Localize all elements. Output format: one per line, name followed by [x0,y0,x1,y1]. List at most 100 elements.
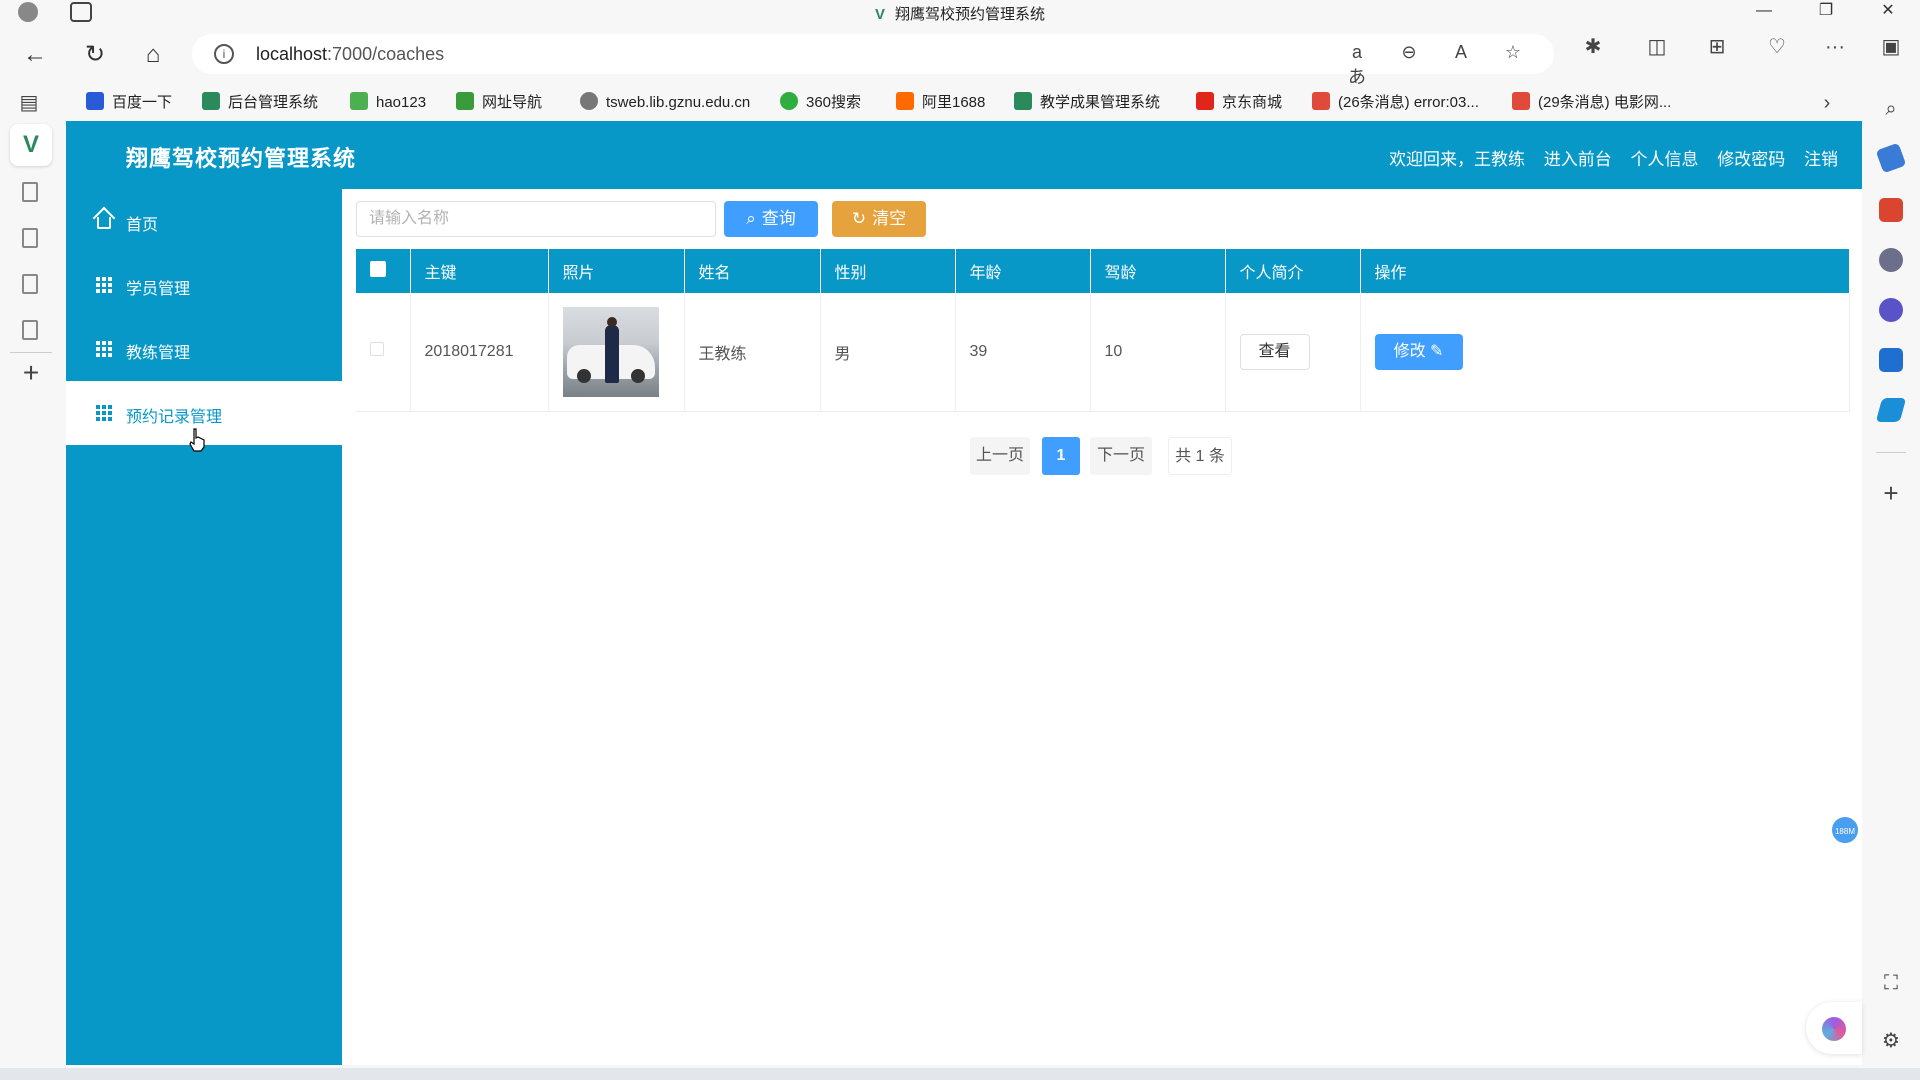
clear-button[interactable]: ↻ 清空 [832,201,926,237]
name-cell: 王教练 [684,293,821,412]
table-header-row: 主键 照片 姓名 性别 年龄 驾龄 个人简介 操作 [356,249,1850,293]
grid-icon [96,277,112,293]
photo-cell [548,293,685,412]
prev-page-button[interactable]: 上一页 [970,437,1030,475]
table-row: 2018017281 王教练 男 39 10 查看 修改 ✎ [356,293,1850,412]
view-bio-button[interactable]: 查看 [1239,333,1310,370]
csdn-icon [1312,92,1330,110]
column-header: 主键 [410,249,549,293]
coaches-table: 主键 照片 姓名 性别 年龄 驾龄 个人简介 操作 2018017281 王教练… [356,249,1850,412]
gear-icon[interactable]: ⚙ [1876,1026,1906,1056]
split-screen-icon[interactable]: ◫ [1642,32,1672,62]
baidu-icon [86,92,104,110]
bookmark-item[interactable]: 教学成果管理系统 [1014,90,1160,116]
query-button[interactable]: ⌕ 查询 [724,201,818,237]
vue-tab-icon[interactable]: V [10,124,52,166]
sidebar-toggle-icon[interactable]: ▣ [1876,32,1906,62]
brain-icon [1822,1017,1846,1041]
vue-logo-icon [1014,92,1032,110]
column-header: 个人简介 [1225,249,1361,293]
alibaba-icon [896,92,914,110]
bookmark-item[interactable]: 百度一下 [86,90,172,116]
browser-essentials-icon[interactable]: ♡ [1762,32,1792,62]
page-tab-icon[interactable] [22,274,38,294]
app-title: 翔鹰驾校预约管理系统 [126,146,357,171]
logout-link[interactable]: 注销 [1804,150,1838,169]
favorite-star-icon[interactable]: ☆ [1500,42,1526,66]
enter-frontend-link[interactable]: 进入前台 [1544,150,1612,169]
toolbox-icon[interactable] [1879,198,1903,222]
bookmark-item[interactable]: 阿里1688 [896,90,985,116]
page-tab-icon[interactable] [22,228,38,248]
bookmark-item[interactable]: (26条消息) error:03... [1312,90,1479,116]
bookmark-item[interactable]: (29条消息) 电影网... [1512,90,1671,116]
restore-button[interactable]: ❐ [1796,0,1856,24]
reload-button[interactable]: ↻ [78,38,112,72]
select-all-cell [356,249,411,293]
welcome-text: 欢迎回来，王教练 [1389,150,1526,169]
column-header: 照片 [548,249,685,293]
page-tab-icon[interactable] [22,320,38,340]
coach-photo [562,306,659,397]
close-window-button[interactable]: ✕ [1858,0,1918,24]
ai-assistant-button[interactable] [1806,1002,1862,1054]
people-icon[interactable] [1879,248,1903,272]
home-button[interactable]: ⌂ [136,38,170,72]
add-sidebar-app-icon[interactable]: + [1876,478,1906,508]
minimize-button[interactable]: — [1734,0,1794,24]
bookmark-item[interactable]: tsweb.lib.gznu.edu.cn [580,90,750,116]
url-field[interactable]: i localhost:7000/coaches aあ ⊖ A ☆ [192,34,1554,87]
menu-item-coaches[interactable]: 教练管理 [66,317,342,381]
next-page-button[interactable]: 下一页 [1090,437,1152,475]
more-menu-icon[interactable]: ··· [1820,32,1850,62]
name-search-input[interactable] [356,201,716,237]
divider [1876,452,1906,453]
bookmark-item[interactable]: 360搜索 [780,90,861,116]
tab-actions-icon[interactable]: ▤ [14,88,44,118]
page-number-button[interactable]: 1 [1042,437,1080,475]
row-checkbox[interactable] [370,342,384,357]
bookmark-item[interactable]: hao123 [350,90,426,116]
copilot-icon[interactable] [1879,298,1903,322]
read-aloud-icon[interactable]: A [1448,42,1474,66]
app-root: 翔鹰驾校预约管理系统 欢迎回来，王教练 进入前台 个人信息 修改密码 注销 首页… [66,121,1862,1065]
menu-item-students[interactable]: 学员管理 [66,253,342,317]
row-select-cell [356,293,411,412]
tag-icon[interactable] [1875,142,1907,174]
profile-link[interactable]: 个人信息 [1631,150,1699,169]
menu-item-home[interactable]: 首页 [66,189,342,253]
app-header: 翔鹰驾校预约管理系统 欢迎回来，王教练 进入前台 个人信息 修改密码 注销 [66,121,1862,189]
bookmark-item[interactable]: 网址导航 [456,90,542,116]
memory-badge[interactable]: 188M [1830,815,1860,845]
grid-icon [96,341,112,357]
edit-button[interactable]: 修改 ✎ [1374,333,1463,370]
url-text[interactable]: localhost:7000/coaches [256,44,444,65]
site-info-icon[interactable]: i [214,44,234,64]
collections-icon[interactable]: ⊞ [1702,32,1732,62]
select-all-checkbox[interactable] [370,260,386,277]
app-sidebar: 首页 学员管理 教练管理 预约记录管理 [66,189,342,1065]
zoom-out-icon[interactable]: ⊖ [1396,42,1422,66]
screenshot-icon[interactable]: ⛶ [1876,968,1906,998]
bookmark-item[interactable]: 京东商城 [1196,90,1282,116]
extensions-icon[interactable]: ✱ [1578,32,1608,62]
send-icon[interactable] [1875,398,1907,422]
browser-title-bar: V 翔鹰驾校预约管理系统 — ❐ ✕ [0,0,1920,24]
change-password-link[interactable]: 修改密码 [1717,150,1785,169]
browser-vertical-tabs: V + [0,120,62,1080]
total-count: 共 1 条 [1168,437,1232,475]
address-bar-row: ← ↻ ⌂ i localhost:7000/coaches aあ ⊖ A ☆ … [0,24,1920,87]
translate-icon[interactable]: aあ [1344,42,1370,87]
outlook-icon[interactable] [1879,348,1903,372]
edit-icon: ✎ [1425,342,1444,360]
vue-logo-icon: V [874,6,885,23]
search-icon[interactable]: ⌕ [1876,94,1906,124]
new-tab-plus-icon[interactable]: + [16,358,46,388]
jd-icon [1196,92,1214,110]
gender-cell: 男 [820,293,956,412]
chevron-right-icon[interactable]: › [1812,88,1842,118]
page-tab-icon[interactable] [22,182,38,202]
back-button[interactable]: ← [18,38,52,72]
home-icon [97,217,111,229]
bookmark-item[interactable]: 后台管理系统 [202,90,318,116]
